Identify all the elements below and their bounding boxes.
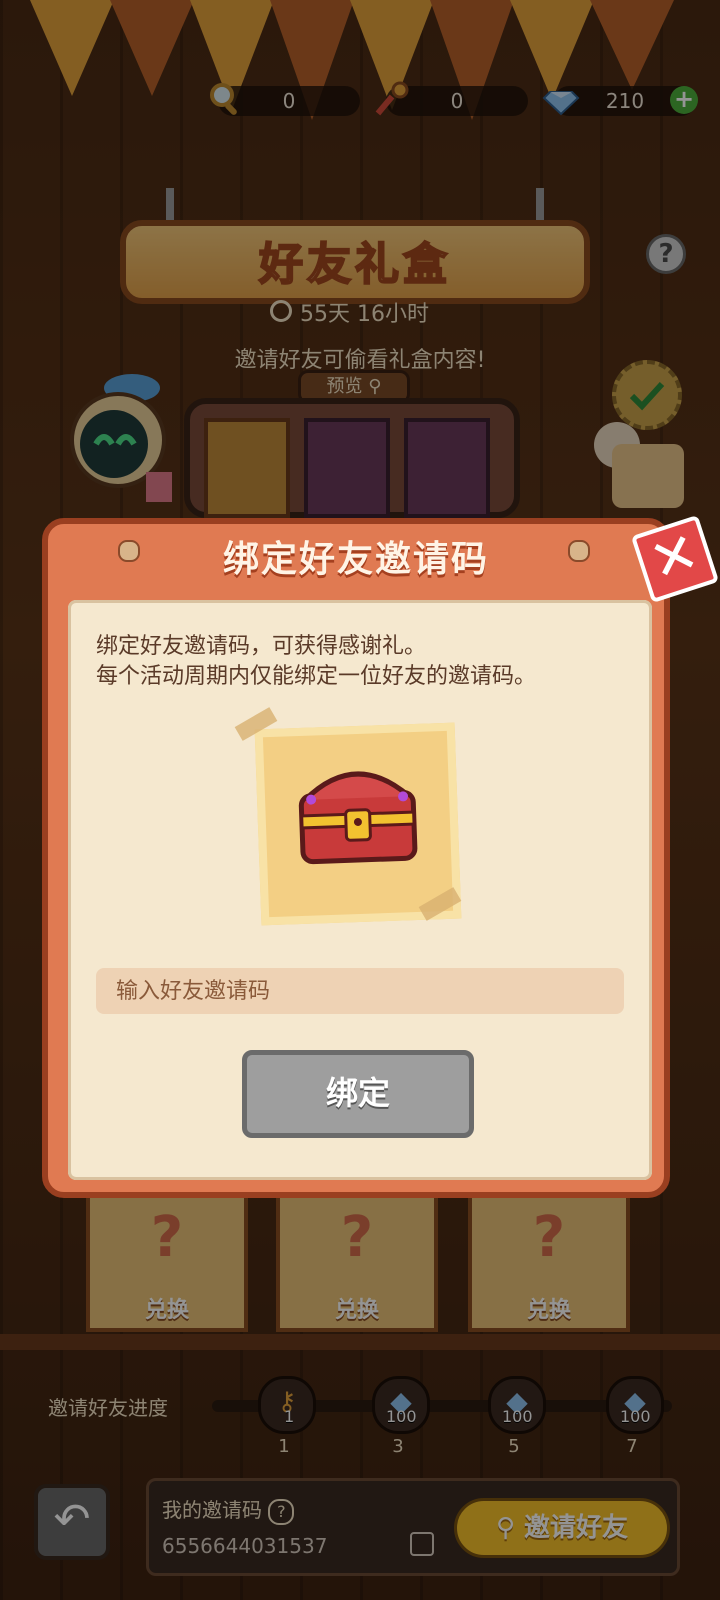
game-screen: 0 0 210 + 好友礼盒 ? 55天 16小时 邀请好友可偷看礼盒内容! 预…: [0, 0, 720, 1600]
treasure-chest-icon: [298, 771, 418, 865]
reward-card: [254, 722, 462, 926]
dialog-title: 绑定好友邀请码: [222, 539, 489, 580]
dialog-description-line2: 每个活动周期内仅能绑定一位好友的邀请码。: [96, 664, 537, 689]
dialog-description-line1: 绑定好友邀请码，可获得感谢礼。: [96, 634, 427, 659]
close-icon: ✕: [642, 519, 707, 596]
bind-button[interactable]: 绑定: [242, 1050, 474, 1138]
invite-code-input[interactable]: [96, 968, 624, 1014]
